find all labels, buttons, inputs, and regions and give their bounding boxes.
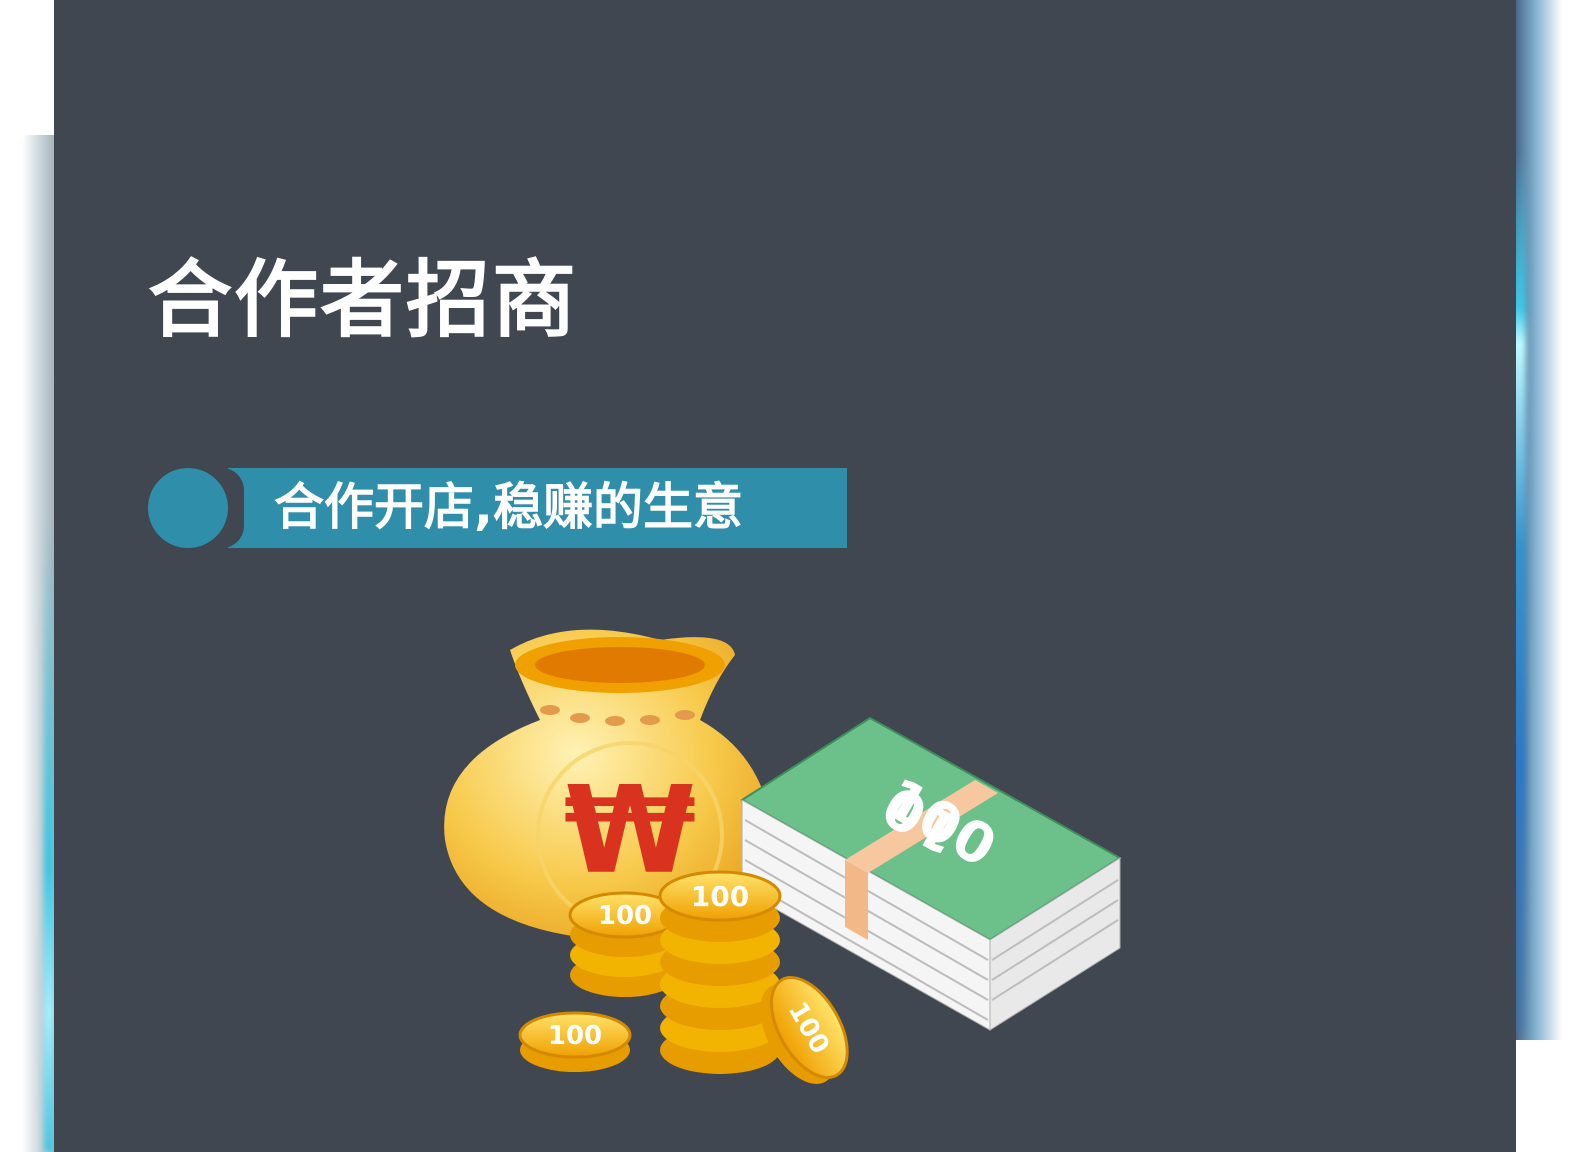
money-illustration: ₩ 100 10 100 100 100 100 xyxy=(430,610,1130,1114)
money-bag-and-coins-icon: ₩ 100 10 100 100 100 100 xyxy=(444,629,1122,1084)
svg-text:100: 100 xyxy=(598,901,652,931)
banner-circle-icon xyxy=(148,468,228,548)
banner-text: 合作开店,稳赚的生意 xyxy=(274,478,743,536)
svg-text:100: 100 xyxy=(548,1021,602,1051)
svg-text:100: 100 xyxy=(691,880,749,913)
left-glow-line xyxy=(44,520,54,1152)
page-title: 合作者招商 xyxy=(148,251,579,349)
